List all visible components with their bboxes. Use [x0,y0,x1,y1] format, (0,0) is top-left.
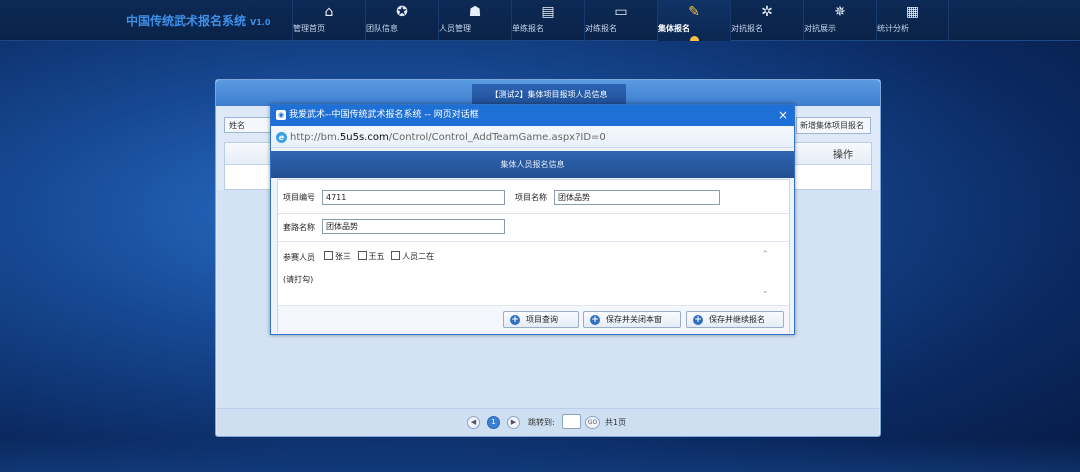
form-row: 套路名称 团体品势 [278,214,789,242]
participant-checkbox[interactable] [391,251,401,260]
routine-field[interactable]: 团体品势 [322,219,505,234]
app-icon: ◉ [276,110,286,120]
gear-icon: ✪ [396,4,408,20]
project-name-label: 项目名称 [515,193,547,202]
browser-icon: e [276,132,287,143]
participants-list: 张三 王五 人员二在 [324,251,438,262]
nav-item-solo-signup[interactable]: ▤ 单练报名 [511,0,584,41]
panel-tab-title[interactable]: 【测试2】集体项目报项人员信息 [472,84,626,106]
project-no-field[interactable]: 4711 [322,190,505,205]
nav-item-label: 对抗展示 [804,24,836,33]
check-hint: (请打勾) [283,275,314,284]
background-glow [0,438,1080,472]
app-title-text: 中国传统武术报名系统 [126,14,247,28]
save-continue-button[interactable]: + 保存并继续报名 [686,311,784,328]
participants-label: 参赛人员 [283,253,315,262]
column-header-operation: 操作 [833,150,853,161]
app-title: 中国传统武术报名系统 V1.0 [126,12,270,29]
url-host: 5u5s.com [339,132,389,143]
goto-page-input[interactable] [562,414,581,429]
cog-icon: ✲ [761,4,773,20]
scroll-up-icon[interactable]: ⌃ [761,250,769,260]
nav-item-people[interactable]: ☗ 人员管理 [438,0,511,41]
routine-label: 套路名称 [283,223,315,232]
settings-icon: ✵ [834,4,846,20]
dialog-form: 项目编号 4711 项目名称 团体品势 套路名称 团体品势 参赛人员 张三 王五… [277,179,790,333]
nav-item-label: 对抗报名 [731,24,763,33]
form-row: 参赛人员 张三 王五 人员二在 (请打勾) ⌃ ⌄ [278,242,789,306]
nav-item-team-info[interactable]: ✪ 团队信息 [365,0,438,41]
url-path: /Control/Control_AddTeamGame.aspx?ID=0 [388,132,606,143]
dialog-button-bar: + 项目查询 + 保存并关闭本窗 + 保存并继续报名 [278,306,789,333]
project-query-button[interactable]: + 项目查询 [503,311,579,328]
save-close-button[interactable]: + 保存并关闭本窗 [583,311,681,328]
people-icon: ☗ [468,4,482,20]
dialog-section-title: 集体人员报名信息 [271,151,794,178]
plus-icon: + [510,315,520,325]
button-label: 保存并继续报名 [709,315,765,324]
nav-item-combat-signup[interactable]: ✲ 对抗报名 [730,0,803,41]
button-label: 保存并关闭本窗 [606,315,662,324]
total-pages: 共1页 [605,418,627,427]
grid-icon: ▦ [905,4,920,20]
dialog-title: 我爱武术--中国传统武术报名系统 -- 网页对话框 [289,110,479,120]
plus-icon: + [590,315,600,325]
dialog-address-bar: e http://bm.5u5s.com/Control/Control_Add… [272,127,793,148]
participant-name: 人员二在 [402,252,435,261]
nav-item-home[interactable]: ⌂ 管理首页 [292,0,365,41]
add-group-signup-button[interactable]: 新增集体项目报名 [796,117,871,134]
current-page[interactable]: 1 [487,416,500,429]
goto-label: 跳转到: [528,418,555,427]
nav-item-label: 单练报名 [512,24,544,33]
nav-item-label: 统计分析 [877,24,909,33]
button-label: 项目查询 [526,315,558,324]
nav-item-group-signup[interactable]: ✎ 集体报名 [657,0,730,41]
nav-item-label: 集体报名 [658,24,690,33]
close-icon[interactable]: × [778,105,788,126]
nav-item-label: 对练报名 [585,24,617,33]
next-page-button[interactable]: ▶ [507,416,520,429]
nav-item-label: 团队信息 [366,24,398,33]
pagination: ◀ 1 ▶ 跳转到: GO 共1页 [217,408,879,436]
participant-checkbox[interactable] [324,251,333,260]
prev-page-button[interactable]: ◀ [467,416,480,429]
nav-item-combat-show[interactable]: ✵ 对抗展示 [803,0,876,41]
home-icon: ⌂ [324,4,334,20]
project-no-label: 项目编号 [283,193,315,202]
participant-name: 张三 [335,252,351,261]
participant-checkbox[interactable] [357,251,367,260]
nav-item-label: 人员管理 [439,24,471,33]
main-nav: ⌂ 管理首页 ✪ 团队信息 ☗ 人员管理 ▤ 单练报名 ▭ 对练报名 ✎ 集体报… [292,0,949,41]
form-row: 项目编号 4711 项目名称 团体品势 [278,180,789,214]
monitor-icon: ▭ [614,4,628,20]
participant-name: 王五 [368,252,385,261]
dialog-titlebar: ◉ 我爱武术--中国传统武术报名系统 -- 网页对话框 × [271,105,794,126]
project-name-field[interactable]: 团体品势 [554,190,720,205]
edit-icon: ✎ [688,4,700,20]
plus-icon: + [693,315,703,325]
top-nav-bar: 中国传统武术报名系统 V1.0 ⌂ 管理首页 ✪ 团队信息 ☗ 人员管理 ▤ 单练… [0,0,1080,41]
app-version: V1.0 [250,18,271,27]
scroll-down-icon[interactable]: ⌄ [761,286,769,296]
nav-item-label: 管理首页 [293,24,325,33]
document-icon: ▤ [541,4,555,20]
signup-dialog: ◉ 我爱武术--中国传统武术报名系统 -- 网页对话框 × e http://b… [270,104,795,335]
active-indicator [690,36,699,41]
nav-item-statistics[interactable]: ▦ 统计分析 [876,0,949,41]
url-prefix: http://bm. [290,132,340,143]
go-button[interactable]: GO [585,416,600,429]
nav-item-pair-signup[interactable]: ▭ 对练报名 [584,0,657,41]
